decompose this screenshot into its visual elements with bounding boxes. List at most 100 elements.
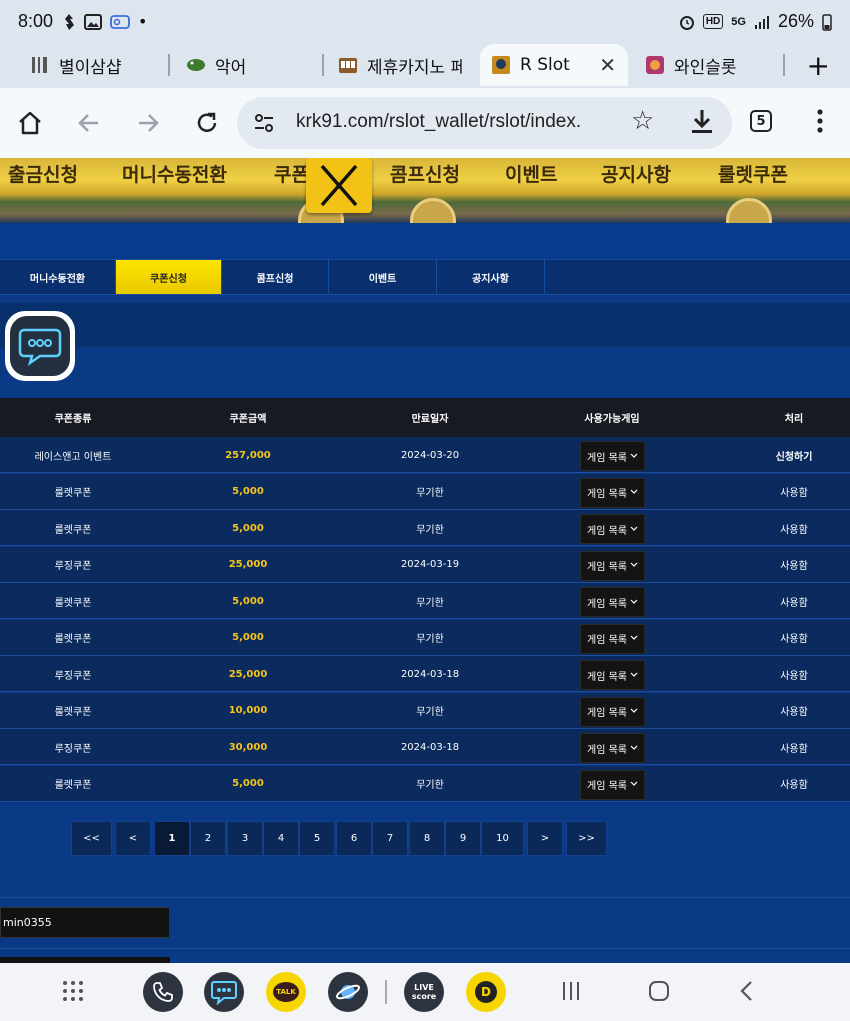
game-list-label: 게임 목록 [587,525,627,537]
game-list-select[interactable]: 게임 목록 [580,514,645,544]
livescore-label: LIVE score [411,983,437,1001]
livescore-app-icon[interactable]: LIVE score [404,972,444,1012]
banner-menu-money-convert[interactable]: 머니수동전환 [122,160,227,187]
banner-menu-roulette[interactable]: 룰렛쿠폰 [718,160,788,187]
game-list-select[interactable]: 게임 목록 [580,623,645,654]
page-10-button[interactable]: 10 [481,821,524,856]
url-bar[interactable]: krk91.com/rslot_wallet/rslot/index. ☆ [237,97,732,149]
home-nav-icon[interactable] [648,977,670,1005]
page-9-button[interactable]: 9 [445,821,481,856]
game-list-select[interactable]: 게임 목록 [580,733,645,763]
user-id-field[interactable]: min0355 [0,907,170,938]
game-list-label: 게임 목록 [587,671,627,683]
tab-switcher-button[interactable]: 5 [750,110,772,132]
expiry-cell: 무기한 [416,634,444,645]
table-row: 룰렛쿠폰 5,000 무기한 게임 목록 사용함 [0,619,850,656]
recent-apps-icon[interactable] [560,977,582,1005]
game-list-label: 게임 목록 [587,562,627,573]
close-tab-icon[interactable]: ✕ [599,53,616,77]
apply-button[interactable]: 신청하기 [721,437,850,473]
more-menu-icon[interactable] [816,108,824,134]
banner-menu-notice[interactable]: 공지사항 [601,160,671,187]
coupon-type-cell: 루징쿠폰 [54,670,92,682]
divider [0,897,850,898]
last-page-button[interactable]: >> [566,821,607,856]
phone-app-icon[interactable] [143,972,183,1012]
new-tab-plus-icon[interactable]: + [807,49,830,82]
status-used: 사용함 [780,707,808,718]
chevron-down-icon [630,779,638,790]
reload-icon[interactable] [191,107,223,139]
table-row: 루징쿠폰 25,000 2024-03-19 게임 목록 사용함 [0,546,850,583]
back-nav-icon[interactable] [736,977,758,1005]
game-list-select[interactable]: 게임 목록 [580,550,645,581]
chevron-down-icon [630,524,638,535]
game-list-select[interactable]: 게임 목록 [580,587,645,617]
close-icon [320,164,358,207]
page-8-button[interactable]: 8 [409,821,445,856]
game-list-label: 게임 목록 [587,489,627,500]
chevron-down-icon [630,451,638,462]
page-2-button[interactable]: 2 [190,821,226,856]
banner-menu-withdraw[interactable]: 출금신청 [8,160,78,187]
tab-separator [322,54,324,76]
subnav-notice[interactable]: 공지사항 [437,260,545,294]
game-list-select[interactable]: 게임 목록 [580,696,645,727]
first-page-button[interactable]: << [71,821,112,856]
d-app-label: D [475,981,497,1003]
link-notification-icon [110,14,130,29]
tab-byeol[interactable]: 별이삼샵 [30,44,170,86]
subnav-event[interactable]: 이벤트 [329,260,437,294]
d-app-icon[interactable]: D [466,972,506,1012]
coupon-type-cell: 룰렛쿠폰 [54,634,92,645]
chevron-down-icon [630,706,638,717]
page-4-button[interactable]: 4 [263,821,299,856]
game-list-select[interactable]: 게임 목록 [580,769,645,800]
page-1-button[interactable]: 1 [154,821,190,856]
chat-app-icon[interactable] [204,972,244,1012]
coupon-amount-cell: 10,000 [228,705,268,716]
game-list-select[interactable]: 게임 목록 [580,660,645,690]
wine-slot-tab-icon [646,56,664,74]
banner-menu-event[interactable]: 이벤트 [505,160,557,187]
subnav-coupon[interactable]: 쿠폰신청 [116,260,222,294]
dot-icon: • [138,12,148,31]
kakaotalk-app-icon[interactable]: TALK [266,972,306,1012]
forward-icon[interactable] [132,107,164,139]
next-page-button[interactable]: > [527,821,563,856]
game-list-select[interactable]: 게임 목록 [580,441,645,471]
rslot-tab-icon [492,56,510,74]
tab-title: 제휴카지노 페 [367,57,462,78]
app-drawer-icon[interactable] [62,980,84,1002]
banner-menu-coupon[interactable]: 쿠폰 [274,160,309,187]
subnav-money-convert[interactable]: 머니수동전환 [0,260,116,294]
tab-akeo[interactable]: 악어 [186,44,322,86]
tab-separator [783,54,785,76]
prev-page-button[interactable]: < [115,821,151,856]
banner-menu-comp[interactable]: 콤프신청 [390,160,460,187]
alarm-icon [679,15,694,30]
bookmark-star-icon[interactable]: ☆ [631,106,654,136]
page-3-button[interactable]: 3 [227,821,263,856]
coupon-type-cell: 루징쿠폰 [54,743,92,755]
tab-jehyu[interactable]: 제휴카지노 페 [338,44,462,86]
chat-support-button[interactable] [5,311,75,381]
back-icon[interactable] [73,107,105,139]
expiry-cell: 무기한 [416,780,444,791]
page-6-button[interactable]: 6 [336,821,372,856]
tab-rslot[interactable]: R Slot ✕ [480,44,628,86]
site-settings-icon[interactable] [253,112,275,134]
coupon-type-cell: 룰렛쿠폰 [54,597,92,609]
url-text[interactable]: krk91.com/rslot_wallet/rslot/index. [296,111,581,133]
subnav-comp[interactable]: 콤프신청 [222,260,329,294]
page-7-button[interactable]: 7 [372,821,408,856]
chevron-down-icon [630,597,638,608]
download-icon[interactable] [689,108,715,136]
game-list-select[interactable]: 게임 목록 [580,477,645,508]
planet-browser-icon[interactable] [328,972,368,1012]
close-menu-button[interactable] [306,158,372,213]
tab-wine[interactable]: 와인슬롯 [645,44,781,86]
page-5-button[interactable]: 5 [299,821,335,856]
home-icon[interactable] [14,107,46,139]
tab-title: 와인슬롯 [674,57,737,78]
